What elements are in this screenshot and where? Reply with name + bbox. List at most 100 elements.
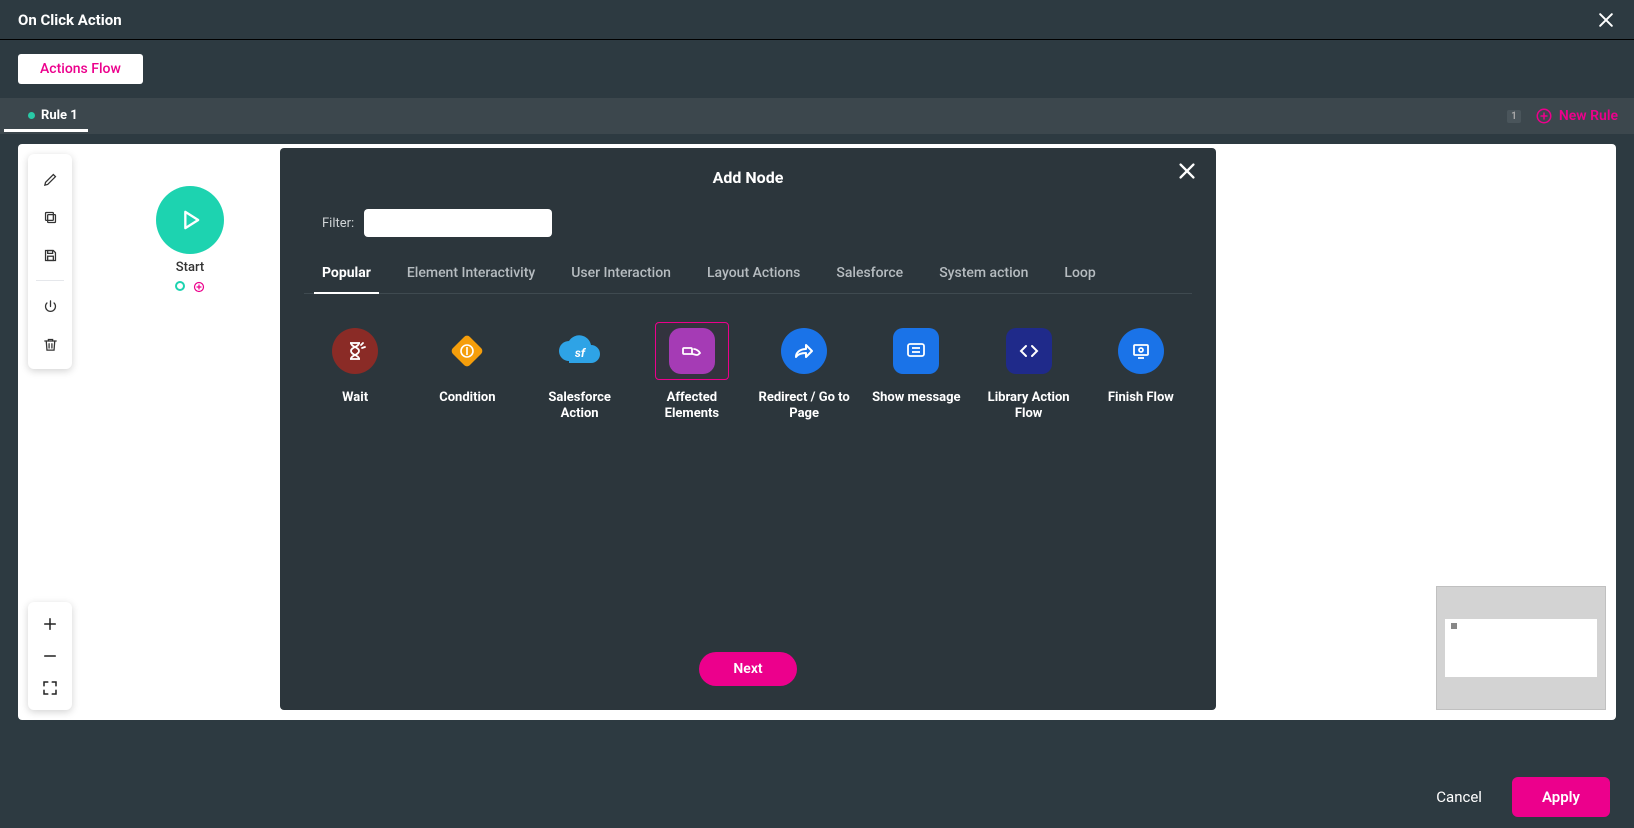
node-library-action-flow[interactable]: Library Action Flow: [982, 322, 1076, 423]
dialog-header: On Click Action: [0, 0, 1634, 40]
new-rule-label: New Rule: [1559, 108, 1618, 124]
minimap-node-indicator: [1451, 623, 1457, 629]
fullscreen-icon: [41, 679, 59, 697]
save-icon: [42, 247, 59, 264]
node-finish-flow[interactable]: Finish Flow: [1094, 322, 1188, 423]
dialog-footer: Cancel Apply: [0, 766, 1634, 828]
toolbar-divider: [36, 280, 64, 281]
node-icon-wrap: [655, 322, 729, 380]
node-icon-wrap: [767, 322, 841, 380]
edit-button[interactable]: [33, 162, 67, 196]
start-node-circle: [156, 186, 224, 254]
cancel-button[interactable]: Cancel: [1430, 778, 1488, 816]
node-icon-wrap: [430, 322, 504, 380]
node-label: Show message: [872, 390, 960, 406]
rule-tab[interactable]: Rule 1: [4, 100, 88, 132]
code-brackets-icon: [1006, 328, 1052, 374]
nodes-grid: Wait Condition sf: [304, 322, 1192, 423]
filter-row: Filter:: [304, 209, 1192, 237]
node-salesforce-action[interactable]: sf Salesforce Action: [533, 322, 627, 423]
node-icon-wrap: sf: [543, 322, 617, 380]
node-label: Finish Flow: [1108, 390, 1174, 406]
minimap-viewport: [1445, 619, 1597, 677]
zoom-out-button[interactable]: [33, 640, 67, 672]
tab-element-interactivity[interactable]: Element Interactivity: [407, 255, 535, 293]
rulebar-right: 1 New Rule: [1507, 107, 1618, 125]
copy-button[interactable]: [33, 200, 67, 234]
trash-icon: [42, 336, 59, 353]
new-rule-button[interactable]: New Rule: [1535, 107, 1618, 125]
node-show-message[interactable]: Show message: [869, 322, 963, 423]
play-icon: [176, 206, 204, 234]
close-add-node-button[interactable]: [1176, 160, 1198, 186]
node-label: Condition: [439, 390, 495, 406]
node-icon-wrap: [879, 322, 953, 380]
output-port-icon[interactable]: [175, 281, 185, 291]
actions-flow-button[interactable]: Actions Flow: [18, 54, 143, 84]
start-node[interactable]: Start: [156, 186, 224, 293]
filter-input[interactable]: [364, 209, 552, 237]
cloud-icon: sf: [553, 331, 607, 371]
plus-circle-icon: [1535, 107, 1553, 125]
node-label: Wait: [342, 390, 368, 406]
minimap[interactable]: [1436, 586, 1606, 710]
dialog-title: On Click Action: [18, 11, 122, 29]
zoom-in-button[interactable]: [33, 608, 67, 640]
condition-diamond-icon: [444, 328, 490, 374]
rule-label: Rule 1: [41, 108, 78, 123]
start-node-ports: [175, 281, 205, 293]
add-node-footer: Next: [304, 652, 1192, 692]
node-icon-wrap: [1104, 322, 1178, 380]
tab-system-action[interactable]: System action: [939, 255, 1028, 293]
node-redirect[interactable]: Redirect / Go to Page: [757, 322, 851, 423]
add-node-panel: Add Node Filter: Popular Element Interac…: [280, 148, 1216, 710]
plus-circle-small-icon: [193, 281, 205, 293]
hand-tap-icon: [669, 328, 715, 374]
node-icon-wrap: [318, 322, 392, 380]
node-label: Salesforce Action: [533, 390, 627, 423]
node-wait[interactable]: Wait: [308, 322, 402, 423]
node-label: Redirect / Go to Page: [757, 390, 851, 423]
add-node-title: Add Node: [713, 168, 784, 187]
canvas-toolbar: [28, 154, 72, 369]
power-icon: [42, 298, 59, 315]
power-button[interactable]: [33, 289, 67, 323]
flow-canvas[interactable]: Start Add Node Filter: Popular Element I…: [18, 144, 1616, 720]
node-condition[interactable]: Condition: [420, 322, 514, 423]
tab-popular[interactable]: Popular: [322, 255, 371, 293]
tab-loop[interactable]: Loop: [1064, 255, 1095, 293]
tab-salesforce[interactable]: Salesforce: [836, 255, 903, 293]
node-affected-elements[interactable]: Affected Elements: [645, 322, 739, 423]
save-button[interactable]: [33, 238, 67, 272]
node-category-tabs: Popular Element Interactivity User Inter…: [304, 255, 1192, 294]
delete-button[interactable]: [33, 327, 67, 361]
add-node-port[interactable]: [193, 281, 205, 293]
next-button[interactable]: Next: [699, 652, 796, 686]
rule-active-dot-icon: [28, 112, 35, 119]
subheader: Actions Flow: [0, 40, 1634, 98]
node-label: Library Action Flow: [982, 390, 1076, 423]
hourglass-icon: [332, 328, 378, 374]
zoom-toolbar: [28, 602, 72, 710]
pencil-icon: [42, 171, 59, 188]
copy-icon: [42, 209, 59, 226]
plus-icon: [41, 615, 59, 633]
node-label: Affected Elements: [645, 390, 739, 423]
share-arrow-icon: [781, 328, 827, 374]
tab-layout-actions[interactable]: Layout Actions: [707, 255, 800, 293]
close-dialog-button[interactable]: [1596, 10, 1616, 30]
apply-button[interactable]: Apply: [1512, 777, 1610, 817]
message-icon: [893, 328, 939, 374]
filter-label: Filter:: [322, 216, 354, 231]
start-node-label: Start: [176, 260, 204, 275]
add-node-header: Add Node: [304, 168, 1192, 187]
fit-view-button[interactable]: [33, 672, 67, 704]
minus-icon: [41, 647, 59, 665]
tab-user-interaction[interactable]: User Interaction: [571, 255, 671, 293]
close-icon: [1176, 160, 1198, 182]
rulebar: Rule 1 1 New Rule: [0, 98, 1634, 134]
node-icon-wrap: [992, 322, 1066, 380]
rule-count-badge: 1: [1507, 110, 1521, 123]
close-icon: [1596, 10, 1616, 30]
finish-screen-icon: [1118, 328, 1164, 374]
